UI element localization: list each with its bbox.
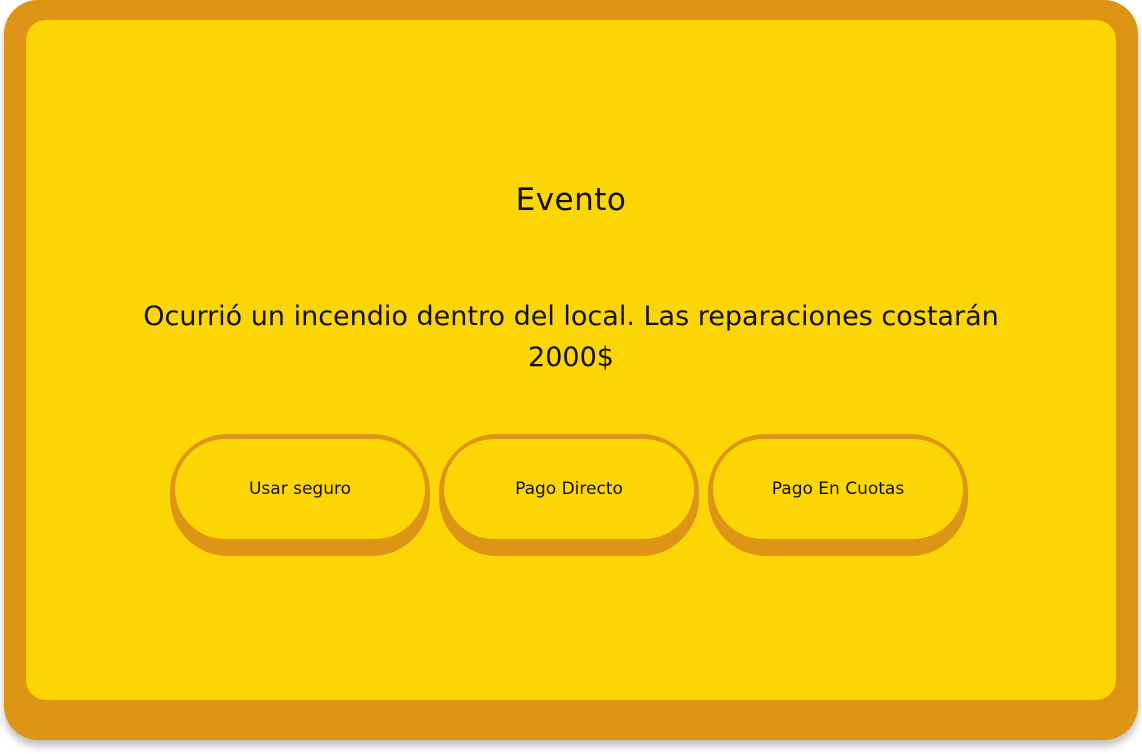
event-message: Ocurrió un incendio dentro del local. La… <box>143 301 999 373</box>
installment-payment-label: Pago En Cuotas <box>713 439 963 539</box>
event-options: Usar seguro Pago Directo Pago En Cuotas <box>170 434 980 558</box>
event-dialog-frame: Evento Ocurrió un incendio dentro del lo… <box>4 0 1138 740</box>
installment-payment-button[interactable]: Pago En Cuotas <box>708 434 968 556</box>
event-title: Evento <box>515 182 627 218</box>
use-insurance-button[interactable]: Usar seguro <box>170 434 430 556</box>
event-dialog-panel: Evento Ocurrió un incendio dentro del lo… <box>26 20 1116 700</box>
direct-payment-button[interactable]: Pago Directo <box>439 434 699 556</box>
use-insurance-label: Usar seguro <box>175 439 425 539</box>
direct-payment-label: Pago Directo <box>444 439 694 539</box>
